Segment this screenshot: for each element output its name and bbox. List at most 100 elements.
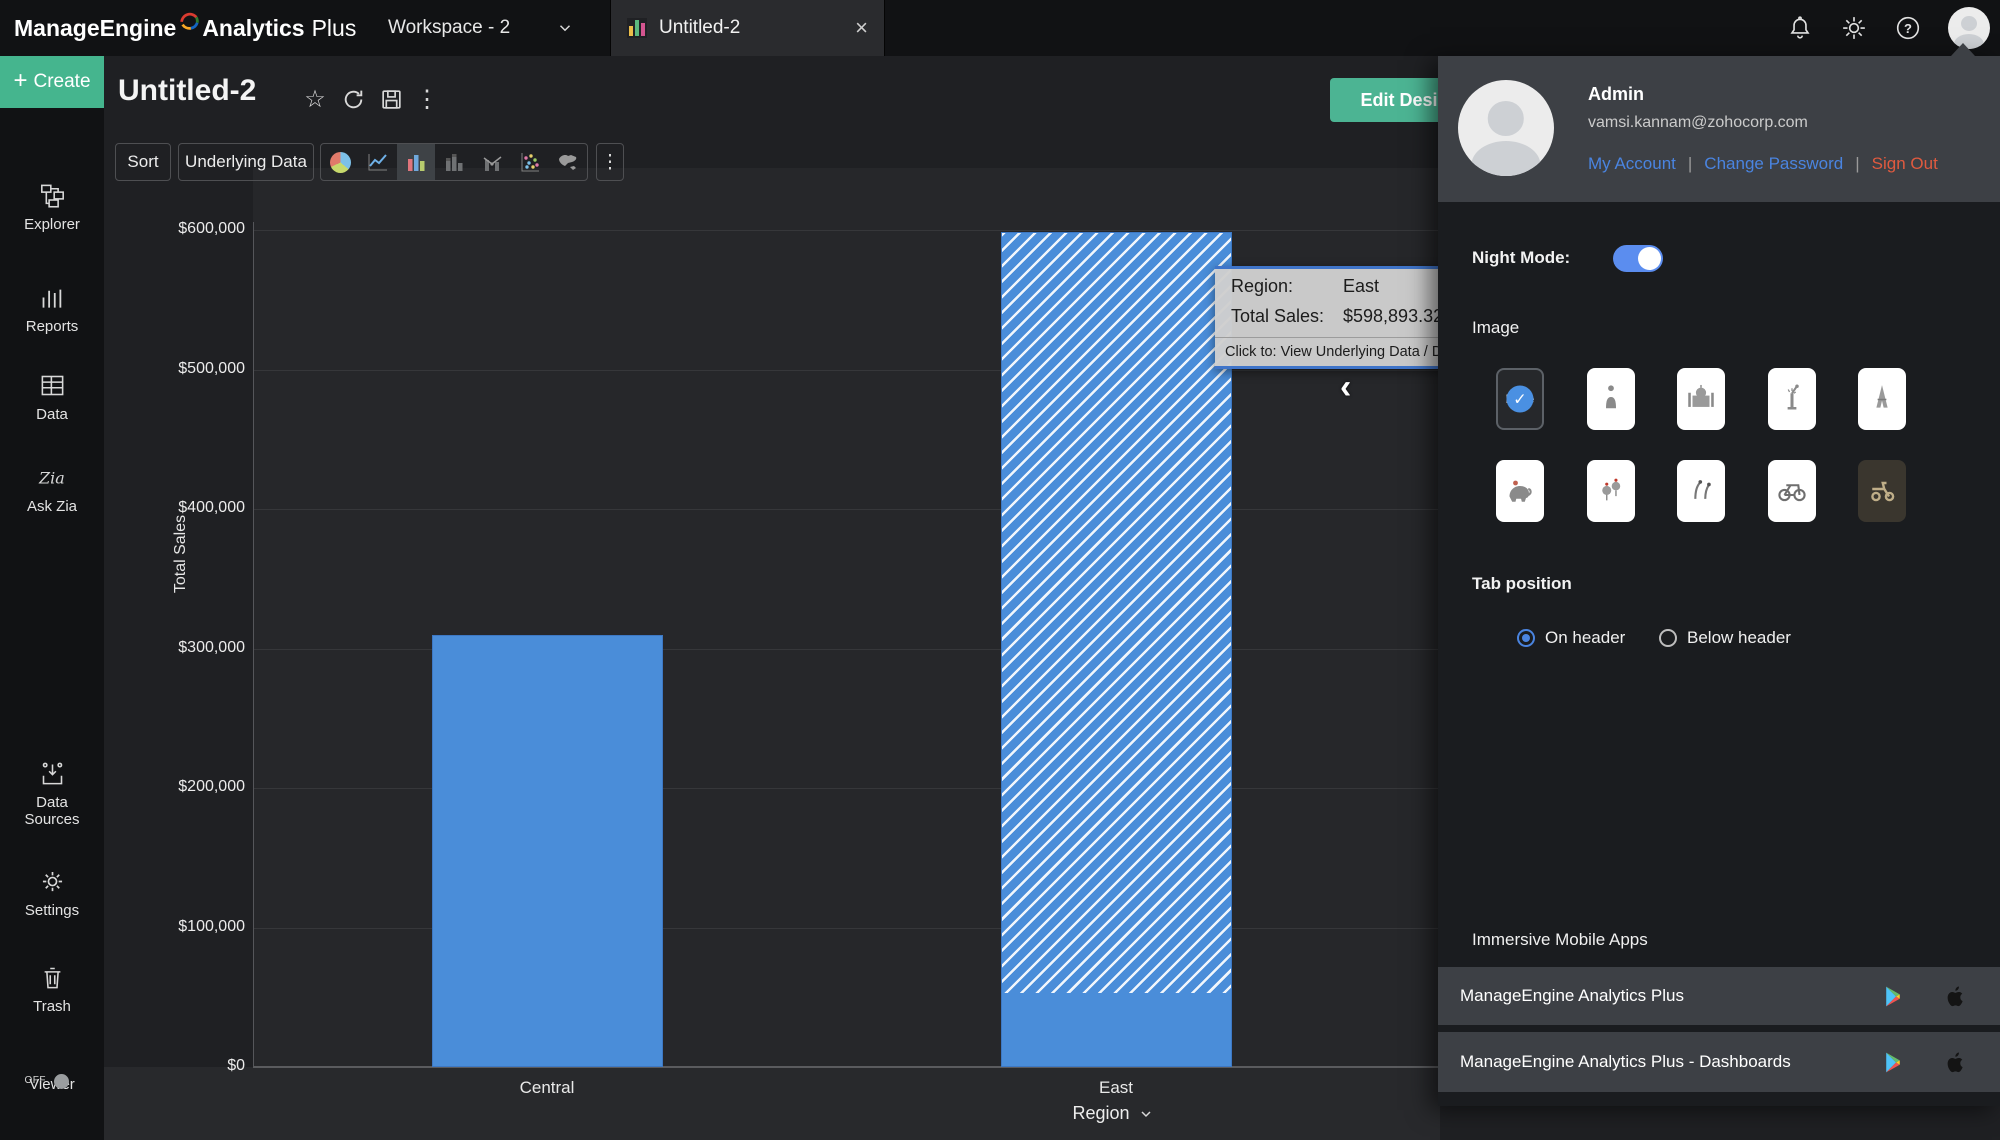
tooltip-region-value: East [1343, 276, 1379, 297]
sort-button[interactable]: Sort [115, 143, 171, 181]
bicycle-art [1774, 469, 1810, 514]
save-icon[interactable] [376, 84, 406, 114]
x-tick-label: Central [447, 1078, 647, 1098]
notifications-bell-icon[interactable] [1786, 14, 1814, 42]
y-axis-title: Total Sales [172, 469, 190, 639]
settings-gear-icon[interactable] [1840, 14, 1868, 42]
link-my-account[interactable]: My Account [1588, 154, 1676, 174]
chart-type-pie-icon[interactable] [321, 144, 359, 180]
sidebar-item-label: Ask Zia [9, 498, 95, 515]
link-sign-out[interactable]: Sign Out [1872, 154, 1938, 174]
image-thumb-statue-of-liberty[interactable] [1768, 368, 1816, 430]
y-tick-label: $500,000 [120, 360, 245, 378]
report-title: Untitled-2 [118, 74, 256, 108]
elephant-art [1502, 469, 1538, 514]
brand-analytics: Analytics [202, 15, 304, 42]
chart-type-scatter-icon[interactable] [511, 144, 549, 180]
chart-type-stacked-bar-icon[interactable] [435, 144, 473, 180]
toolbar-more-kebab-icon[interactable]: ⋮ [596, 143, 624, 181]
night-mode-toggle[interactable] [1613, 245, 1663, 272]
radio-label: Below header [1687, 628, 1791, 648]
chart-type-line-icon[interactable] [359, 144, 397, 180]
sidebar-item-label: Explorer [9, 216, 95, 233]
sidebar-item-label: Data Sources [9, 794, 95, 828]
app-row-0[interactable]: ManageEngine Analytics Plus [1438, 967, 2000, 1025]
create-button[interactable]: + Create [0, 56, 104, 108]
ask-zia-icon: Zia [37, 478, 67, 495]
tooltip-region-label: Region: [1231, 276, 1343, 297]
app-row-1[interactable]: ManageEngine Analytics Plus - Dashboards [1438, 1032, 2000, 1092]
image-thumb-roosters[interactable] [1587, 460, 1635, 522]
favorite-star-icon[interactable]: ☆ [300, 84, 330, 114]
workspace-selector[interactable]: Workspace - 2 [388, 0, 574, 56]
night-mode-label: Night Mode: [1472, 248, 1570, 268]
tab-close-icon[interactable]: × [855, 17, 868, 39]
bar-central[interactable] [432, 635, 663, 1067]
image-thumb-cranes[interactable] [1677, 460, 1725, 522]
more-options-kebab-icon[interactable]: ⋮ [412, 84, 442, 114]
link-separator: | [1855, 154, 1859, 174]
sidebar-item-ask-zia[interactable]: Zia Ask Zia [0, 464, 104, 515]
sidebar-item-label: Trash [9, 998, 95, 1015]
data-sources-icon [39, 774, 66, 791]
underlying-data-button[interactable]: Underlying Data [178, 143, 314, 181]
user-panel-header: Admin vamsi.kannam@zohocorp.com My Accou… [1438, 56, 2000, 202]
y-tick-label: $0 [120, 1057, 245, 1075]
y-tick-label: $100,000 [120, 918, 245, 936]
account-links: My Account | Change Password | Sign Out [1588, 154, 1938, 174]
sidebar-item-viewer[interactable]: OFF Viewer [0, 1072, 104, 1093]
radio-circle-icon [1659, 629, 1677, 647]
google-play-icon[interactable] [1878, 981, 1908, 1011]
x-axis-title[interactable]: Region [1013, 1103, 1213, 1124]
tab-title: Untitled-2 [659, 17, 843, 39]
tab-untitled-2[interactable]: Untitled-2 × [610, 0, 885, 56]
y-tick-label: $600,000 [120, 220, 245, 238]
brand-plus: Plus [312, 15, 357, 42]
sidebar-item-reports[interactable]: Reports [0, 284, 104, 335]
roosters-art [1594, 469, 1628, 514]
image-thumb-eiffel-tower[interactable] [1858, 368, 1906, 430]
image-thumb-elephant[interactable] [1496, 460, 1544, 522]
sidebar-item-label: Data [9, 406, 95, 423]
radio-below-header[interactable]: Below header [1659, 628, 1791, 648]
image-thumb-bicycle[interactable] [1768, 460, 1816, 522]
image-thumb-none[interactable]: None✓ [1496, 368, 1544, 430]
sidebar-item-data-sources[interactable]: Data Sources [0, 760, 104, 828]
eiffel-tower-art [1867, 377, 1897, 422]
image-thumb-taj-mahal[interactable] [1677, 368, 1725, 430]
y-tick-label: $200,000 [120, 778, 245, 796]
taj-mahal-art [1684, 377, 1718, 422]
help-icon[interactable]: ? [1894, 14, 1922, 42]
sidebar-item-trash[interactable]: Trash [0, 964, 104, 1015]
google-play-icon[interactable] [1878, 1047, 1908, 1077]
chart-type-map-icon[interactable] [549, 144, 587, 180]
apple-app-store-icon[interactable] [1940, 1047, 1970, 1077]
link-change-password[interactable]: Change Password [1704, 154, 1843, 174]
bar-east[interactable] [1001, 232, 1232, 1067]
app-root: ManageEngine Analytics Plus Workspace - … [0, 0, 2000, 1140]
sidebar-item-explorer[interactable]: Explorer [0, 182, 104, 233]
apple-app-store-icon[interactable] [1940, 981, 1970, 1011]
x-tick-label: East [1016, 1078, 1216, 1098]
refresh-icon[interactable] [338, 84, 368, 114]
user-name: Admin [1588, 84, 1644, 105]
link-separator: | [1688, 154, 1692, 174]
viewer-toggle-state: OFF [25, 1075, 47, 1086]
tooltip-sales-value: $598,893.32 [1343, 306, 1443, 327]
statue-of-liberty-art [1777, 377, 1807, 422]
explorer-icon [39, 196, 66, 213]
image-thumb-statue[interactable] [1587, 368, 1635, 430]
radio-on-header[interactable]: On header [1517, 628, 1625, 648]
y-tick-label: $300,000 [120, 639, 245, 657]
chart-type-bar-icon[interactable] [397, 144, 435, 180]
mouse-cursor: ‹ [1340, 368, 1351, 407]
scooter-art [1864, 469, 1900, 514]
sidebar-item-data[interactable]: Data [0, 372, 104, 423]
sidebar-item-settings[interactable]: Settings [0, 868, 104, 919]
chart-type-combo-icon[interactable] [473, 144, 511, 180]
radio-circle-icon [1517, 629, 1535, 647]
viewer-label: Viewer [0, 1076, 104, 1093]
workspace-label: Workspace - 2 [388, 17, 510, 39]
sidebar: + Create Explorer Reports Data Zia Ask Zia Da… [0, 56, 104, 1140]
image-thumb-scooter[interactable] [1858, 460, 1906, 522]
